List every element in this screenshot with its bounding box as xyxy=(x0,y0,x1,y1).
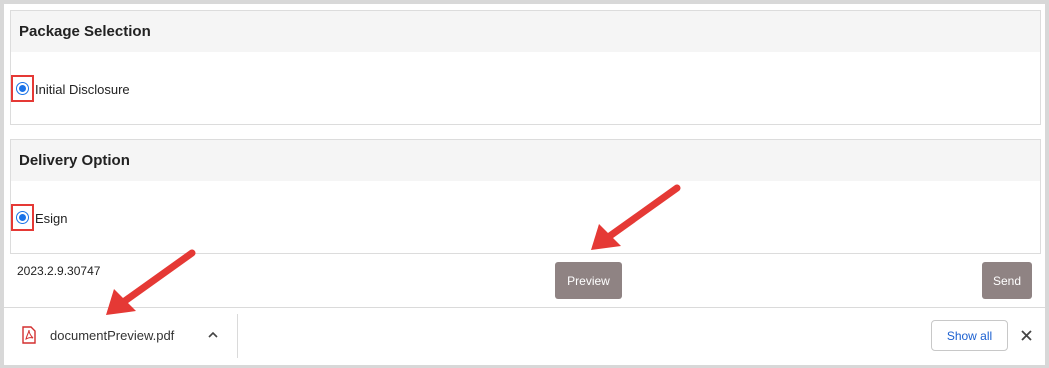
package-selection-title: Package Selection xyxy=(11,11,1040,52)
initial-disclosure-label[interactable]: Initial Disclosure xyxy=(35,82,130,97)
radio-selected-dot xyxy=(19,85,26,92)
package-selection-panel: Package Selection Initial Disclosure xyxy=(10,10,1041,125)
preview-button[interactable]: Preview xyxy=(555,262,622,299)
version-text: 2023.2.9.30747 xyxy=(17,264,101,278)
send-button[interactable]: Send xyxy=(982,262,1032,299)
download-bar: documentPreview.pdf Show all xyxy=(4,307,1045,365)
close-icon[interactable] xyxy=(1020,329,1033,342)
download-file-name[interactable]: documentPreview.pdf xyxy=(50,328,174,343)
package-selection-body: Initial Disclosure xyxy=(11,52,1040,124)
divider xyxy=(237,314,238,358)
esign-radio[interactable] xyxy=(16,211,29,224)
radio-selected-dot xyxy=(19,214,26,221)
delivery-option-title: Delivery Option xyxy=(11,140,1040,181)
initial-disclosure-radio[interactable] xyxy=(16,82,29,95)
pdf-icon xyxy=(22,326,36,344)
chevron-up-icon[interactable] xyxy=(207,329,219,341)
delivery-option-panel: Delivery Option Esign xyxy=(10,139,1041,254)
annotation-highlight-box xyxy=(11,204,34,231)
annotation-highlight-box xyxy=(11,75,34,102)
show-all-button[interactable]: Show all xyxy=(931,320,1008,351)
esign-label[interactable]: Esign xyxy=(35,211,68,226)
delivery-option-body: Esign xyxy=(11,181,1040,253)
